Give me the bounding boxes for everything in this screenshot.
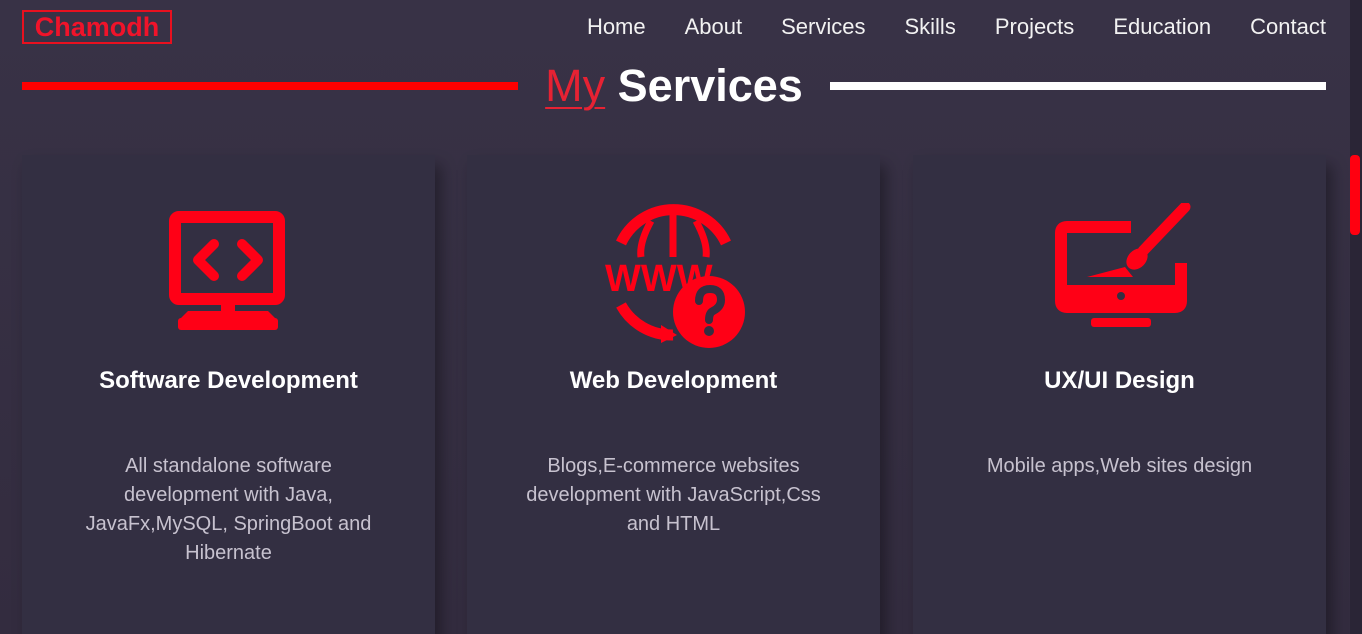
nav-skills[interactable]: Skills xyxy=(904,13,955,41)
www-question-globe-icon: WWW xyxy=(467,203,880,348)
title-divider-right xyxy=(830,82,1326,90)
service-card-uxui: UX/UI Design Mobile apps,Web sites desig… xyxy=(913,155,1326,634)
nav-home[interactable]: Home xyxy=(587,13,646,41)
section-title-row: My Services xyxy=(22,60,1326,112)
service-title: Software Development xyxy=(99,367,358,394)
service-description: All standalone software development with… xyxy=(85,455,372,564)
nav-contact[interactable]: Contact xyxy=(1250,13,1326,41)
service-title: Web Development xyxy=(569,367,778,394)
nav-projects[interactable]: Projects xyxy=(995,13,1074,41)
scrollbar[interactable] xyxy=(1350,0,1362,634)
nav-about[interactable]: About xyxy=(685,13,743,41)
service-description: Blogs,E-commerce websites development wi… xyxy=(526,455,821,535)
service-card-web: WWW Web Development Blogs,E-commerce web… xyxy=(467,155,880,634)
nav-services[interactable]: Services xyxy=(781,13,865,41)
title-main: Services xyxy=(617,60,803,111)
service-card-software: Software Development All standalone soft… xyxy=(22,155,435,634)
scrollbar-thumb[interactable] xyxy=(1350,155,1360,235)
service-description: Mobile apps,Web sites design xyxy=(986,455,1253,477)
nav-education[interactable]: Education xyxy=(1113,13,1211,41)
monitor-brush-icon xyxy=(913,203,1326,348)
brand-logo[interactable]: Chamodh xyxy=(22,10,172,44)
title-divider-left xyxy=(22,82,518,90)
monitor-code-icon xyxy=(22,203,435,348)
section-title: My Services xyxy=(536,60,812,112)
title-prefix: My xyxy=(545,60,606,111)
main-nav: Home About Services Skills Projects Educ… xyxy=(587,13,1326,41)
service-title: UX/UI Design xyxy=(1044,367,1195,394)
